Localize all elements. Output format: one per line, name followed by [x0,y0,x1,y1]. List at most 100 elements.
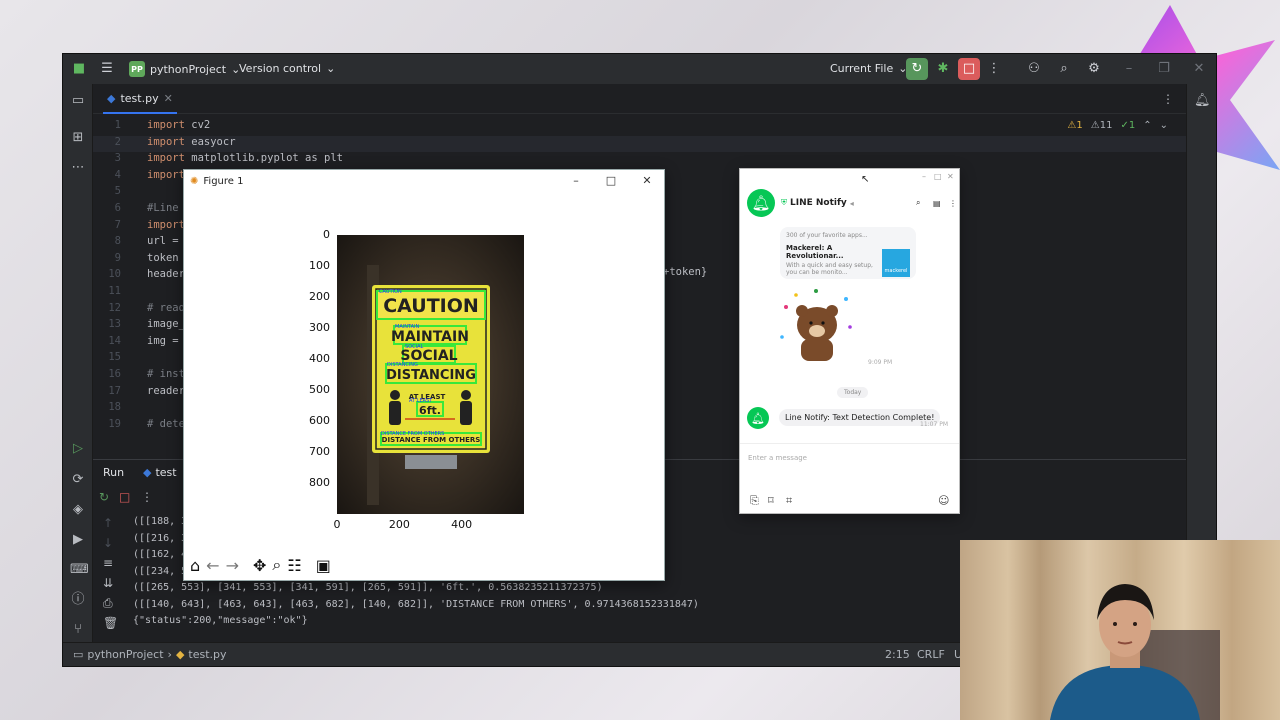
y-tick-label: 300 [309,321,330,334]
run-config-tab[interactable]: ◆ test [143,466,177,479]
run-tool-icon[interactable]: ▷ [70,441,86,457]
scroll-down-icon[interactable]: ↓ [103,536,113,550]
line-number: 19 [108,417,121,430]
screenshot-crop-icon[interactable]: ⌗ [786,494,792,508]
x-tick-label: 200 [388,518,410,531]
code-line[interactable]: 3 import matplotlib.pyplot as plt [93,152,1186,168]
verified-shield-icon: ⛨ [781,198,787,207]
search-icon[interactable]: ⌕ [1056,61,1072,77]
settings-gear-icon[interactable]: ⚙ [1086,61,1102,77]
warning-count: ⚠1 [1067,120,1083,131]
back-arrow-icon[interactable]: ← [206,556,219,575]
ocr-result-image: CAUTION MAINTAIN SOCIAL DISTANCING AT LE… [337,235,524,514]
keep-bookmark-icon[interactable]: ⌑ [768,494,774,507]
close-icon[interactable]: ✕ [1191,61,1207,77]
line-notify-avatar-small[interactable]: 🔔︎ [747,407,769,429]
soft-wrap-icon[interactable]: ≡ [103,556,113,570]
rerun-icon[interactable]: ↻ [99,490,109,504]
close-icon[interactable]: ✕ [947,172,954,181]
line-number: 15 [108,351,121,364]
y-tick-label: 100 [309,259,330,272]
version-control-menu[interactable]: Version control ⌄ [239,62,335,75]
maximize-icon[interactable]: □ [934,172,942,181]
inspection-widget[interactable]: ⚠1 ⚠11 ✓1 ⌃ ⌄ [1067,120,1168,131]
services-icon[interactable]: ▶ [70,532,86,548]
main-menu-icon[interactable]: ☰ [99,61,115,77]
scroll-to-end-icon[interactable]: ⇊ [103,576,113,590]
notifications-bell-icon[interactable]: 🔔︎ [1194,93,1211,109]
more-icon[interactable]: ⋮ [949,199,957,208]
line-number: 12 [108,301,121,314]
stop-icon[interactable]: □ [119,490,130,504]
project-selector[interactable]: PP pythonProject ⌄ [129,61,240,77]
print-icon[interactable]: ⎙ [103,596,113,611]
forward-arrow-icon[interactable]: → [226,556,239,575]
maximize-icon[interactable]: □ [604,174,618,187]
close-icon[interactable]: ✕ [640,174,654,187]
figure-toolbar: ⌂ ← → ✥ ⌕ ☷ ▣ [184,550,664,580]
message-bubble[interactable]: Line Notify: Text Detection Complete! [779,409,941,426]
minimize-icon[interactable]: – [922,172,926,181]
close-tab-icon[interactable]: ✕ [164,92,173,105]
debug-icon[interactable]: ✱ [935,61,951,77]
python-packages-icon[interactable]: ⟳ [70,472,86,488]
minimize-icon[interactable]: – [1121,61,1137,77]
pan-icon[interactable]: ✥ [253,556,266,575]
run-button[interactable]: ↻ [906,58,928,80]
stop-button[interactable]: □ [958,58,980,80]
y-tick-label: 400 [309,352,330,365]
code-fragment: +token} [663,266,708,278]
bell-icon: 🔔︎ [751,194,771,212]
link-preview-card[interactable]: 300 of your favorite apps... Mackerel: A… [780,227,916,279]
search-icon[interactable]: ⌕ [916,198,920,208]
code-text: # read [147,301,185,314]
problems-icon[interactable]: ⓘ [70,592,86,608]
line-number: 17 [108,384,121,397]
more-actions-icon[interactable]: ⋮ [986,61,1002,77]
card-title: Mackerel: A Revolutionar... [786,244,844,260]
zoom-icon[interactable]: ⌕ [272,555,281,575]
folder-icon[interactable]: ▭ [70,93,86,109]
line-number: 2 [114,135,121,148]
cursor-position[interactable]: 2:15 [885,648,910,661]
terminal-icon[interactable]: ⌨ [70,562,89,578]
restore-icon[interactable]: ❐ [1156,61,1172,77]
line-number: 8 [114,235,121,248]
clear-trash-icon[interactable]: 🗑︎ [103,616,118,630]
more-icon[interactable]: ⋮ [141,490,153,504]
scroll-up-icon[interactable]: ↑ [103,516,113,530]
chat-area[interactable]: 300 of your favorite apps... Mackerel: A… [740,221,959,446]
y-tick-label: 0 [323,228,330,241]
attachment-clip-icon[interactable]: ⎘ [750,494,759,508]
add-user-icon[interactable]: ⚇ [1026,61,1042,77]
chevron-up-icon[interactable]: ⌃ [1143,120,1151,131]
tab-options-icon[interactable]: ⋮ [1162,92,1174,106]
code-line[interactable]: 1 import cv2 [93,119,1186,135]
minimize-icon[interactable]: – [569,174,583,187]
message-input[interactable]: Enter a message [748,454,807,462]
git-icon[interactable]: ⑂ [70,622,86,638]
console-line: ([[188, 3 [133,516,188,527]
tab-test-py[interactable]: ◆ test.py ✕ [103,84,177,114]
run-panel-title[interactable]: Run [103,466,124,479]
line-separator[interactable]: CRLF [917,648,945,661]
line-notify-avatar[interactable]: 🔔︎ [747,189,775,217]
webcam-overlay [960,540,1280,720]
layers-icon[interactable]: ◈ [70,502,86,518]
run-config-selector[interactable]: Current File ⌄ [830,62,907,75]
emoji-smile-icon[interactable]: ☺ [938,494,949,507]
line-number: 1 [114,119,121,131]
run-config-label: Current File [830,62,894,75]
code-line[interactable]: 2 import easyocr [93,135,1186,152]
chevron-down-icon[interactable]: ⌄ [1160,120,1168,131]
configure-subplots-icon[interactable]: ☷ [287,556,301,575]
title-bar: ■ ☰ PP pythonProject ⌄ Version control ⌄… [63,54,1216,84]
more-tools-icon[interactable]: ⋯ [70,160,86,176]
save-icon[interactable]: ▣ [316,556,331,575]
ocr-label: MAINTAIN [395,324,420,330]
breadcrumb[interactable]: ▭ pythonProject › ◆ test.py [73,648,227,661]
notes-icon[interactable]: ▤ [933,199,941,208]
structure-icon[interactable]: ⊞ [70,130,86,146]
home-icon[interactable]: ⌂ [190,556,200,575]
